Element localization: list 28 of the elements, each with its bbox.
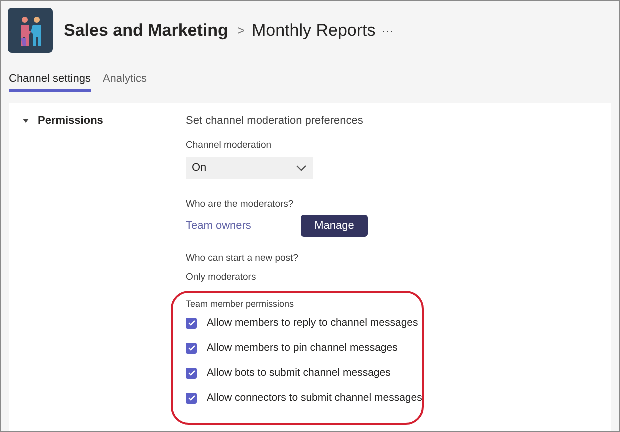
field-value: Only moderators xyxy=(186,272,256,283)
checkbox-label: Allow members to reply to channel messages xyxy=(207,317,418,329)
checkbox-label: Allow members to pin channel messages xyxy=(207,342,398,354)
tab[interactable]: Analytics xyxy=(102,73,147,89)
field-label: Who can start a new post? xyxy=(186,253,298,264)
field-label: Who are the moderators? xyxy=(186,199,294,210)
chevron-down-icon xyxy=(296,164,307,172)
checkbox[interactable] xyxy=(186,318,197,328)
section-title: Permissions xyxy=(38,115,104,127)
caret-icon xyxy=(23,119,29,123)
tab[interactable]: Channel settings xyxy=(9,73,91,92)
field-label: Channel moderation xyxy=(186,140,272,151)
checkbox[interactable] xyxy=(186,342,197,354)
team-avatar-icon xyxy=(8,8,53,53)
group-label: Team member permissions xyxy=(186,299,296,309)
moderation-dropdown[interactable]: On xyxy=(186,157,313,179)
checkbox-label: Allow connectors to submit channel messages xyxy=(207,392,422,404)
checkbox[interactable] xyxy=(186,368,197,378)
checkbox[interactable] xyxy=(186,392,197,404)
more-options-button[interactable]: ··· xyxy=(382,24,394,38)
checkbox-label: Allow bots to submit channel messages xyxy=(207,367,391,379)
section-header[interactable]: Permissions xyxy=(23,115,185,127)
team-name: Sales and Marketing xyxy=(64,20,228,40)
channel-name: Monthly Reports xyxy=(252,20,376,40)
moderators-link[interactable]: Team owners xyxy=(186,220,301,232)
section-heading: Set channel moderation preferences xyxy=(186,115,364,127)
manage-button[interactable]: Manage xyxy=(301,215,368,237)
breadcrumb-separator: > xyxy=(237,23,245,38)
